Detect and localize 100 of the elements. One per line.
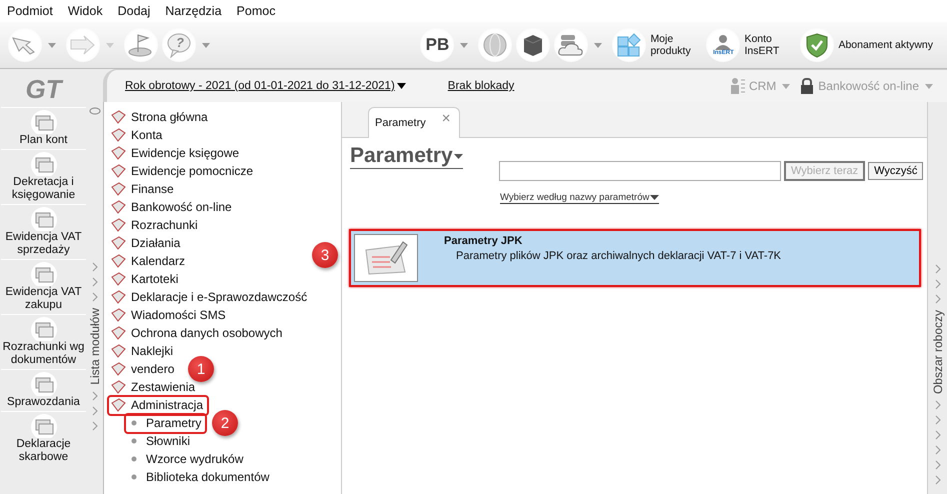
module-icon bbox=[110, 182, 126, 196]
caret-icon bbox=[396, 83, 406, 89]
module-icon bbox=[110, 290, 126, 304]
fiscal-year-link[interactable]: Rok obrotowy - 2021 (od 01-01-2021 do 31-12-2021) bbox=[125, 80, 406, 92]
panel-title: Lista modułów bbox=[88, 308, 102, 385]
person-icon[interactable] bbox=[728, 77, 745, 95]
stack-icon[interactable] bbox=[28, 412, 58, 438]
bullet-icon bbox=[131, 438, 137, 444]
module-icon bbox=[110, 236, 126, 250]
result-description: Parametry plików JPK oraz archiwalnych deklaracji VAT-7 i VAT-7K bbox=[455, 250, 782, 262]
module-icon bbox=[110, 272, 126, 286]
module-item[interactable]: Kalendarz bbox=[107, 250, 192, 272]
module-subitem[interactable]: Biblioteka dokumentów bbox=[124, 466, 276, 488]
module-item[interactable]: Administracja bbox=[107, 394, 210, 416]
module-icon bbox=[110, 308, 126, 322]
caret-icon[interactable] bbox=[460, 42, 468, 48]
module-item[interactable]: Ewidencje księgowe bbox=[107, 142, 246, 164]
chevron-icon[interactable] bbox=[934, 445, 940, 456]
caret-icon bbox=[454, 154, 463, 158]
chevron-icon[interactable] bbox=[92, 406, 98, 416]
filter-link[interactable]: Wybierz według nazwy parametrów bbox=[500, 192, 660, 204]
chevron-icon[interactable] bbox=[934, 400, 940, 410]
nav-label[interactable]: Ewidencja VAT zakupu bbox=[1, 286, 86, 312]
module-item[interactable]: Działania bbox=[107, 232, 186, 254]
caret-icon bbox=[650, 195, 660, 200]
module-item[interactable]: Rozrachunki bbox=[107, 214, 204, 236]
result-title: Parametry JPK bbox=[444, 235, 522, 247]
stack-icon[interactable] bbox=[28, 260, 58, 286]
module-item[interactable]: Naklejki bbox=[107, 340, 180, 362]
close-icon[interactable]: × bbox=[442, 110, 451, 127]
module-item[interactable]: vendero bbox=[107, 358, 180, 380]
callout-badge: 2 bbox=[212, 410, 238, 436]
menu-item[interactable]: Widok bbox=[68, 4, 103, 18]
module-item[interactable]: Ochrona danych osobowych bbox=[107, 322, 288, 344]
nav-label[interactable]: Ewidencja VAT sprzedaży bbox=[1, 231, 86, 257]
lock-icon[interactable] bbox=[800, 78, 814, 94]
module-icon bbox=[110, 128, 126, 142]
menu-item[interactable]: Pomoc bbox=[236, 4, 276, 18]
caret-icon[interactable] bbox=[925, 84, 933, 88]
menu-item[interactable]: Podmiot bbox=[7, 4, 53, 18]
stack-icon[interactable] bbox=[28, 150, 58, 176]
chevron-icon[interactable] bbox=[934, 475, 940, 486]
nav-label[interactable]: Rozrachunki wg dokumentów bbox=[1, 341, 86, 367]
module-item[interactable]: Strona główna bbox=[107, 106, 214, 128]
caret-icon[interactable] bbox=[782, 84, 790, 88]
result-row[interactable]: Parametry JPK Parametry plików JPK oraz archiwalnych deklaracji VAT-7 i VAT-7K bbox=[349, 229, 921, 287]
module-icon bbox=[110, 362, 126, 376]
nav-label[interactable]: Sprawozdania bbox=[7, 396, 80, 409]
nav-label[interactable]: Plan kont bbox=[20, 134, 68, 147]
nav-label[interactable]: Deklaracje skarbowe bbox=[1, 438, 86, 464]
module-subitem[interactable]: Wzorce wydruków bbox=[124, 448, 250, 470]
module-icon bbox=[110, 146, 126, 160]
subscription-label[interactable]: Abonament aktywny bbox=[838, 39, 933, 51]
module-icon bbox=[110, 344, 126, 358]
module-item[interactable]: Ewidencje pomocnicze bbox=[107, 160, 260, 182]
chevron-icon[interactable] bbox=[934, 430, 940, 440]
stack-icon[interactable] bbox=[28, 205, 58, 231]
cube-icon[interactable] bbox=[516, 28, 550, 62]
caret-icon[interactable] bbox=[48, 42, 56, 48]
chevron-icon[interactable] bbox=[934, 415, 940, 426]
lock-status-link[interactable]: Brak blokady bbox=[448, 80, 514, 92]
account-label[interactable]: Konto InsERT bbox=[744, 33, 790, 57]
menu-item[interactable]: Dodaj bbox=[118, 4, 150, 18]
module-item[interactable]: Konta bbox=[107, 124, 168, 146]
chevron-icon[interactable] bbox=[92, 390, 98, 401]
bullet-icon bbox=[131, 420, 137, 426]
shield-icon[interactable] bbox=[800, 28, 834, 62]
flag-icon[interactable] bbox=[124, 28, 158, 62]
module-icon bbox=[110, 200, 126, 214]
module-subitem[interactable]: Słowniki bbox=[124, 430, 196, 452]
module-item[interactable]: Deklaracje i e-Sprawozdawczość bbox=[107, 286, 314, 308]
module-icon bbox=[110, 110, 126, 124]
chevron-icon[interactable] bbox=[92, 420, 98, 431]
module-item[interactable]: Bankowość on-line bbox=[107, 196, 238, 218]
profile-button[interactable]: PB bbox=[420, 28, 454, 62]
person-icon bbox=[713, 34, 734, 50]
stack-icon[interactable] bbox=[28, 370, 58, 396]
module-icon bbox=[110, 326, 126, 340]
nav-label[interactable]: Dekretacja i księgowanie bbox=[1, 176, 86, 202]
caret-icon[interactable] bbox=[202, 42, 210, 48]
module-icon bbox=[110, 398, 126, 412]
caret-icon[interactable] bbox=[594, 42, 602, 48]
clear-button[interactable]: Wyczyść bbox=[868, 162, 924, 180]
stack-icon[interactable] bbox=[28, 315, 58, 341]
cloud-icon[interactable] bbox=[554, 28, 588, 62]
tab[interactable]: Parametry × bbox=[368, 107, 460, 138]
module-item[interactable]: Wiadomości SMS bbox=[107, 304, 232, 326]
menu-item[interactable]: Narzędzia bbox=[165, 4, 222, 18]
module-item[interactable]: Finanse bbox=[107, 178, 180, 200]
search-field[interactable] bbox=[499, 161, 781, 181]
products-label[interactable]: Moje produkty bbox=[650, 33, 696, 57]
module-subitem[interactable]: Parametry bbox=[124, 412, 208, 434]
bullet-icon bbox=[131, 456, 137, 462]
stack-icon[interactable] bbox=[28, 108, 58, 134]
page-title[interactable]: Parametry bbox=[350, 144, 463, 169]
bullet-icon bbox=[131, 474, 137, 480]
caret-icon[interactable] bbox=[106, 42, 114, 48]
chevron-icon[interactable] bbox=[934, 460, 940, 470]
module-item[interactable]: Kartoteki bbox=[107, 268, 184, 290]
squares-icon[interactable] bbox=[612, 28, 646, 62]
